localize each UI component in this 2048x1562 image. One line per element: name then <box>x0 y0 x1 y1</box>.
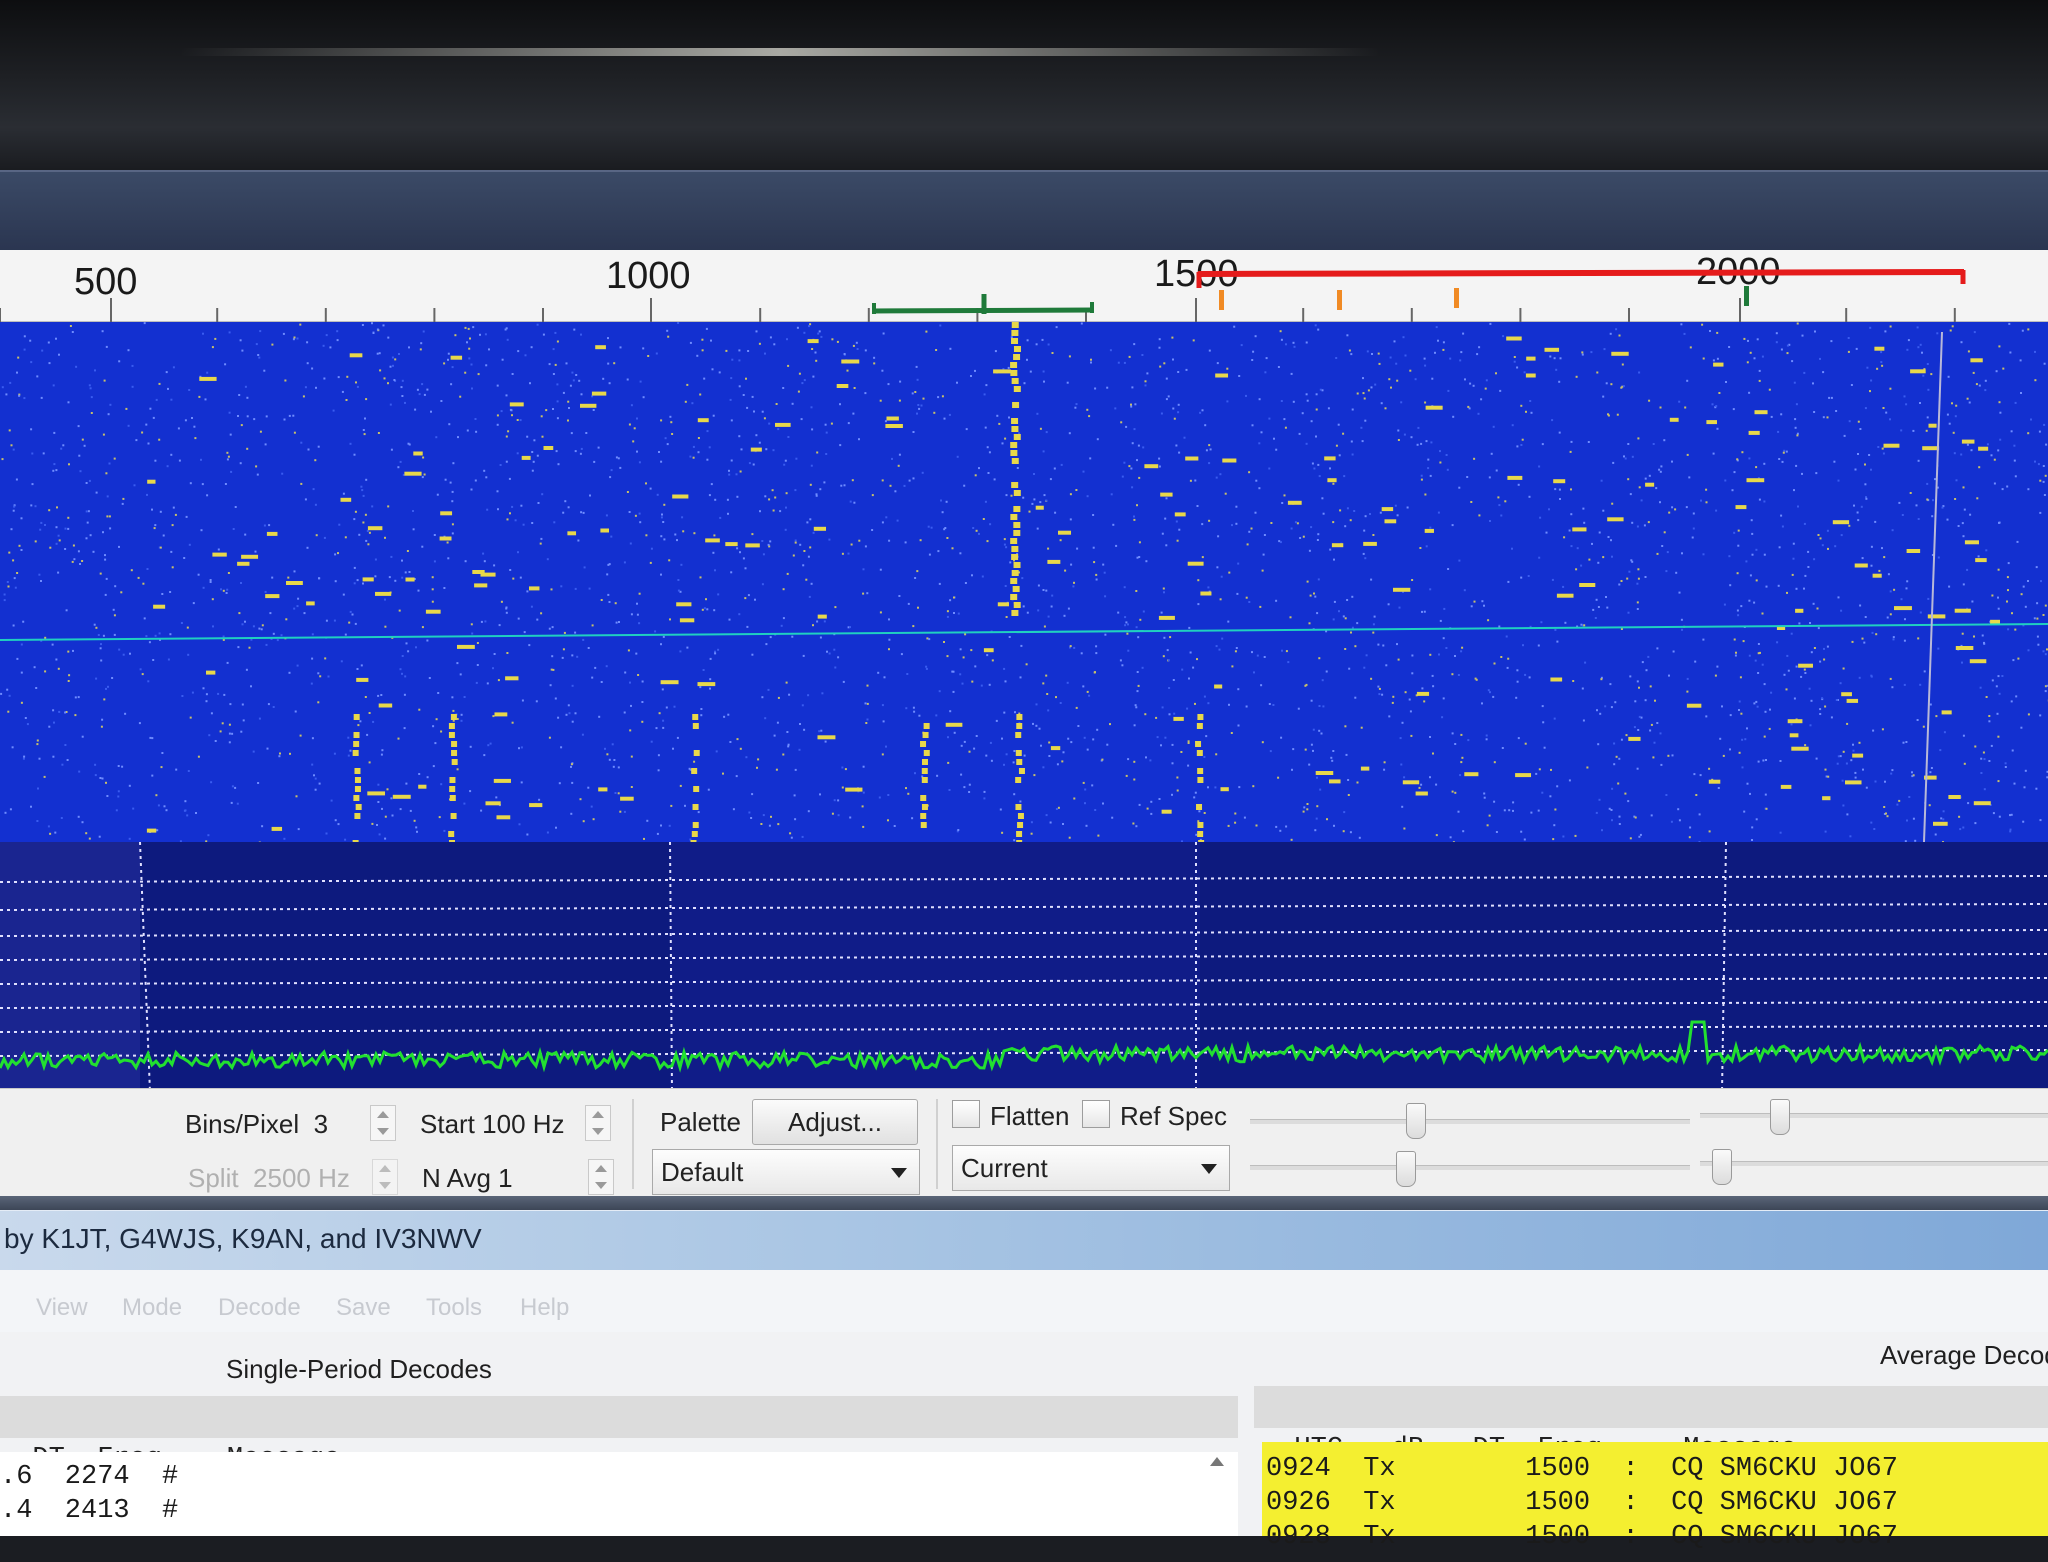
spec-zero-slider-thumb[interactable] <box>1712 1149 1732 1185</box>
frequency-scale-svg: 500 1000 1500 2000 <box>0 250 2048 324</box>
list-item[interactable]: 0924 Tx 1500 : CQ SM6CKU JO67 <box>1266 1454 1898 1484</box>
menu-tools[interactable]: Tools <box>426 1294 482 1322</box>
spectrum-type-combo-value: Current <box>961 1153 1048 1183</box>
navg-value[interactable]: 1 <box>498 1163 512 1193</box>
palette-combo[interactable]: Default <box>652 1149 920 1195</box>
start-label: Start 100 Hz <box>420 1109 565 1140</box>
rx-frequency-marker[interactable] <box>872 294 1094 314</box>
single-decodes-header: DT Freq Message <box>0 1396 1238 1438</box>
separator <box>936 1099 938 1189</box>
wide-graph-title-bar <box>0 170 2048 252</box>
split-spinner[interactable] <box>372 1159 398 1195</box>
spectrum-type-combo[interactable]: Current <box>952 1145 1230 1191</box>
ref-spec-checkbox[interactable] <box>1082 1100 1110 1128</box>
list-item[interactable]: .4 2413 # <box>0 1496 178 1526</box>
bins-pixel-spinner[interactable] <box>370 1105 396 1141</box>
split-value[interactable]: 2500 Hz <box>253 1163 350 1193</box>
scroll-up-arrow-icon[interactable] <box>1210 1457 1224 1466</box>
separator <box>632 1099 634 1189</box>
list-item[interactable]: 0926 Tx 1500 : CQ SM6CKU JO67 <box>1266 1488 1898 1518</box>
average-decodes-title: Average Decod <box>1880 1340 2048 1371</box>
single-period-decodes-title: Single-Period Decodes <box>226 1354 492 1385</box>
menu-decode[interactable]: Decode <box>218 1294 301 1322</box>
split-label: Split 2500 Hz <box>188 1163 350 1194</box>
spec-zero-slider-track[interactable] <box>1700 1161 2048 1166</box>
bins-pixel-label: Bins/Pixel 3 <box>185 1109 328 1140</box>
gain-slider-track[interactable] <box>1250 1119 1690 1124</box>
menu-mode[interactable]: Mode <box>122 1294 182 1322</box>
ref-spec-label: Ref Spec <box>1120 1101 1227 1132</box>
list-item[interactable]: 0928 Tx 1500 : CQ SM6CKU JO67 <box>1266 1522 1898 1552</box>
palette-label: Palette <box>660 1107 741 1138</box>
wide-graph-controls: Bins/Pixel 3 Start 100 Hz Split 2500 Hz … <box>0 1088 2048 1199</box>
zero-slider-track[interactable] <box>1250 1165 1690 1170</box>
bins-pixel-value[interactable]: 3 <box>314 1109 328 1139</box>
frequency-scale[interactable]: 500 1000 1500 2000 <box>0 250 2048 324</box>
average-decodes-list[interactable]: 0924 Tx 1500 : CQ SM6CKU JO67 0926 Tx 15… <box>1262 1442 2048 1536</box>
single-decodes-list[interactable]: .6 2274 # .4 2413 # <box>0 1452 1238 1536</box>
gain-slider-thumb[interactable] <box>1406 1103 1426 1139</box>
flatten-checkbox[interactable] <box>952 1100 980 1128</box>
chevron-down-icon <box>1201 1164 1217 1174</box>
adjust-palette-button[interactable]: Adjust... <box>752 1099 918 1145</box>
chevron-down-icon <box>891 1168 907 1178</box>
menu-help[interactable]: Help <box>520 1294 569 1322</box>
main-window-title-bar[interactable]: by K1JT, G4WJS, K9AN, and IV3NWV <box>0 1210 2048 1271</box>
tone-marker <box>1219 290 1224 310</box>
monitor-bezel <box>0 0 2048 170</box>
green-tone-marker <box>1744 286 1749 306</box>
flatten-label: Flatten <box>990 1101 1070 1132</box>
window-border <box>0 1196 2048 1210</box>
tx-frequency-marker[interactable] <box>1198 270 1964 288</box>
navg-label: N Avg 1 <box>422 1163 513 1194</box>
window-title: by K1JT, G4WJS, K9AN, and IV3NWV <box>4 1223 482 1255</box>
menu-bar: View Mode Decode Save Tools Help <box>0 1270 2048 1332</box>
waterfall-svg <box>0 322 2048 842</box>
scale-label-1000: 1000 <box>606 255 691 297</box>
average-decodes-header: UTC dB DT Freq Message <box>1254 1386 2048 1428</box>
scale-label-500: 500 <box>74 261 137 303</box>
list-item[interactable]: .6 2274 # <box>0 1462 178 1492</box>
spectrum-svg <box>0 842 2048 1092</box>
spec-gain-slider-track[interactable] <box>1700 1113 2048 1118</box>
zero-slider-thumb[interactable] <box>1396 1151 1416 1187</box>
menu-save[interactable]: Save <box>336 1294 391 1322</box>
tone-marker <box>1337 290 1342 310</box>
start-spinner[interactable] <box>585 1105 611 1141</box>
screen-glare <box>180 48 1380 56</box>
waterfall-display[interactable] <box>0 322 2048 842</box>
spec-gain-slider-thumb[interactable] <box>1770 1099 1790 1135</box>
menu-view[interactable]: View <box>36 1294 88 1322</box>
spectrum-display[interactable] <box>0 842 2048 1092</box>
tone-marker <box>1454 288 1459 308</box>
navg-spinner[interactable] <box>588 1159 614 1195</box>
start-value[interactable]: 100 Hz <box>482 1109 564 1139</box>
palette-combo-value: Default <box>661 1157 743 1187</box>
